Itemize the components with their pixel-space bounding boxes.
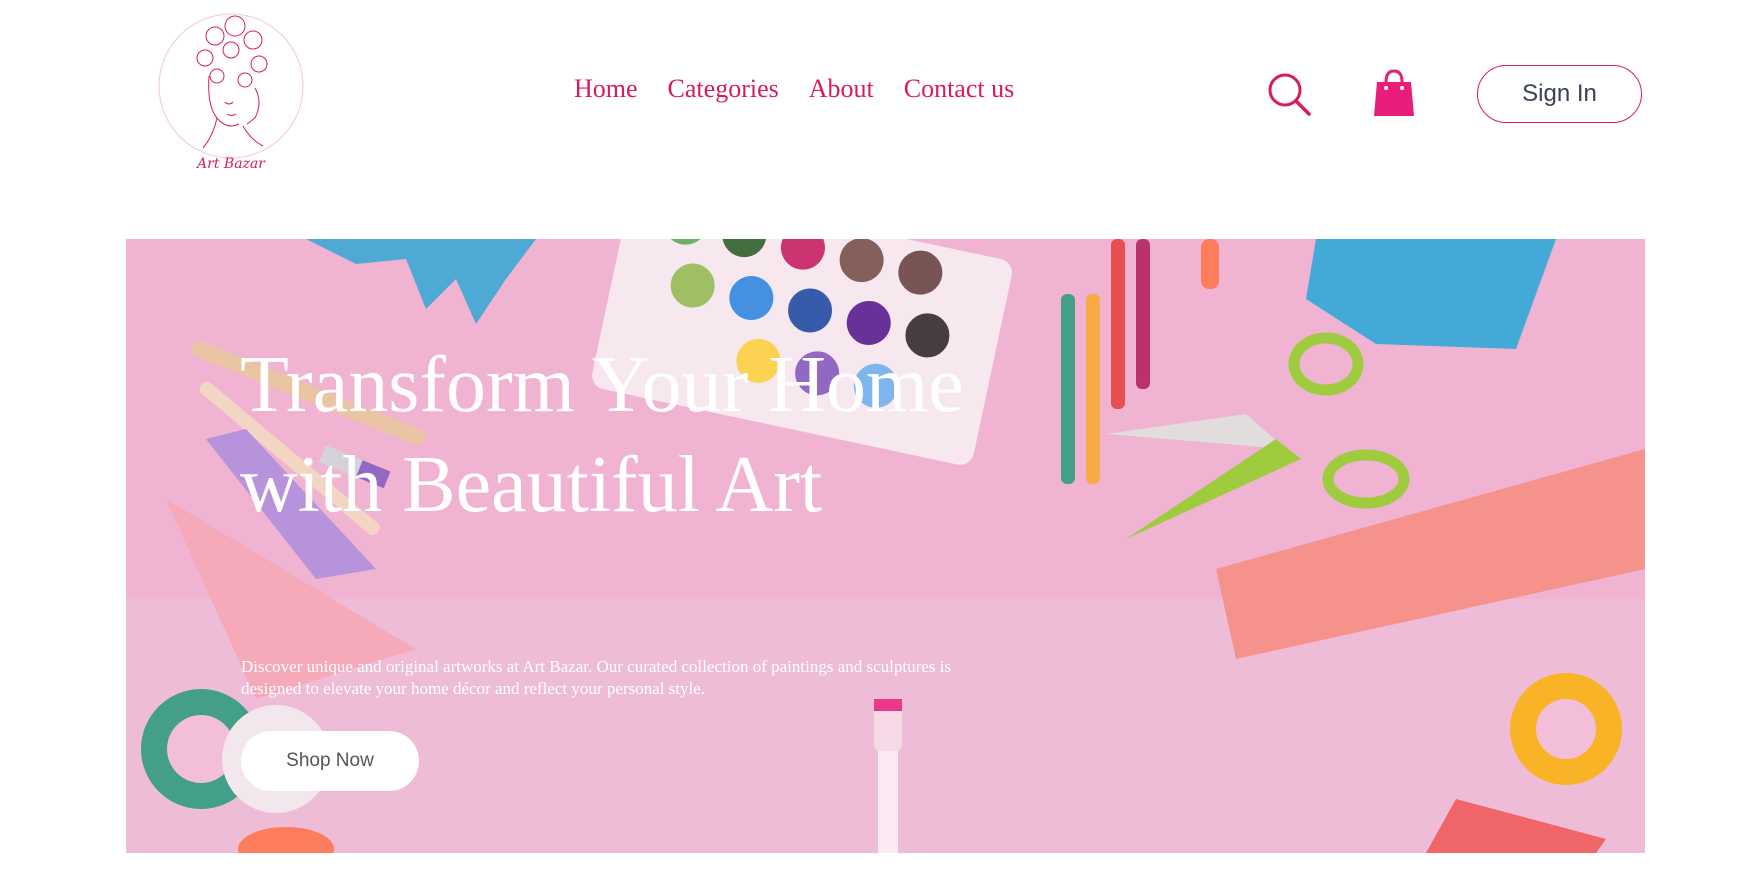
site-header: Art Bazar Home Categories About Contact … [0,0,1761,200]
search-icon [1268,73,1311,116]
nav-categories[interactable]: Categories [668,76,779,102]
cart-button[interactable] [1373,68,1415,118]
shop-now-button[interactable]: Shop Now [241,731,419,791]
main-nav: Home Categories About Contact us [574,76,1014,102]
search-button[interactable] [1267,72,1313,118]
logo[interactable]: Art Bazar [155,6,307,180]
logo-text: Art Bazar [195,156,266,172]
hero-title: Transform Your Home with Beautiful Art [240,341,964,529]
shopping-bag-icon [1374,69,1414,116]
nav-home[interactable]: Home [574,76,638,102]
hero-description: Discover unique and original artworks at… [241,657,952,698]
art-bazar-logo-icon: Art Bazar [158,13,304,172]
sign-in-button[interactable]: Sign In [1477,65,1642,123]
hero-banner: Transform Your Home with Beautiful Art D… [126,239,1645,853]
nav-about[interactable]: About [809,76,874,102]
nav-contact-us[interactable]: Contact us [904,76,1015,102]
